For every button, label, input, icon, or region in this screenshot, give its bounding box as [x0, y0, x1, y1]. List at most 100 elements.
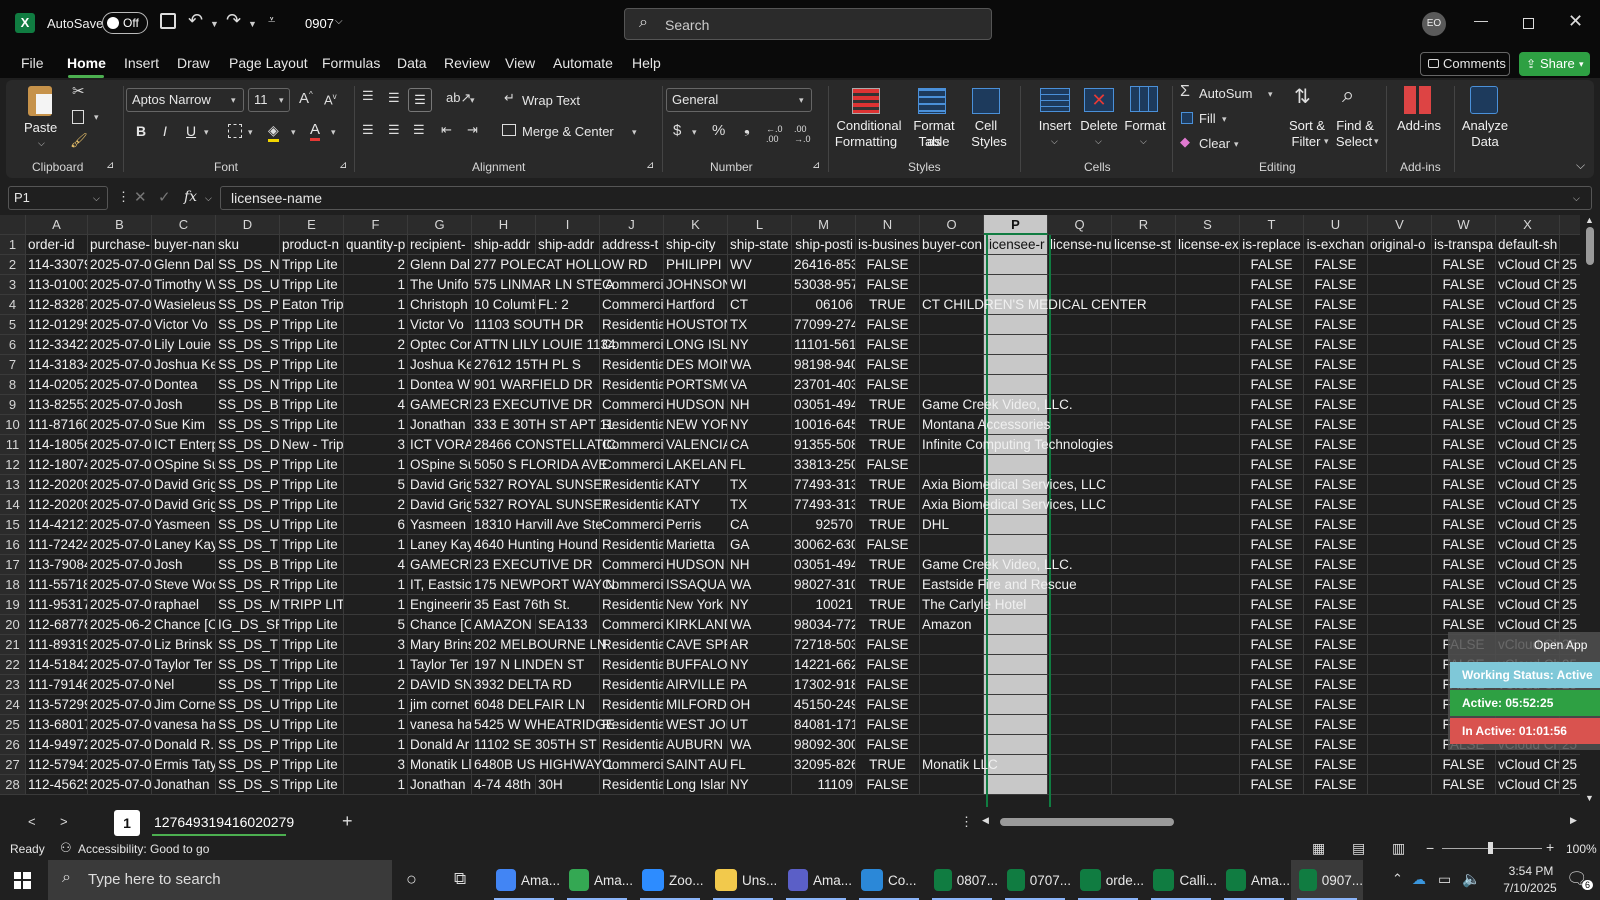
table-cell[interactable] [1368, 555, 1432, 575]
table-cell[interactable]: 197 N LINDEN ST [472, 655, 584, 675]
tabs-options-icon[interactable]: ⋮ [960, 814, 973, 830]
table-cell[interactable] [1048, 735, 1112, 755]
table-cell[interactable]: 72718-503 [792, 635, 856, 655]
table-cell[interactable]: NH [728, 555, 792, 575]
table-cell[interactable] [984, 275, 1048, 295]
table-cell[interactable]: SS_DS_P5 [216, 295, 280, 315]
table-cell[interactable]: SS_DS_P0 [216, 495, 280, 515]
table-cell[interactable] [1368, 595, 1432, 615]
table-cell[interactable]: 1 [344, 355, 408, 375]
table-cell[interactable]: Commerci [600, 555, 664, 575]
sort-filter-line1[interactable]: Sort & [1286, 118, 1328, 134]
table-cell[interactable] [1112, 675, 1176, 695]
table-cell[interactable]: Jim Corne [152, 695, 216, 715]
table-cell[interactable]: FALSE [1304, 535, 1368, 555]
row-header[interactable]: 6 [0, 335, 26, 355]
sort-filter-dropdown-icon[interactable]: ▾ [1324, 136, 1329, 147]
table-cell[interactable]: IG_DS_SR5 [216, 615, 280, 635]
table-cell[interactable]: Tripp Lite [280, 735, 344, 755]
table-cell[interactable]: Chance [C [152, 615, 216, 635]
table-cell[interactable]: 2 [344, 255, 408, 275]
scroll-down-icon[interactable]: ▼ [1585, 793, 1594, 803]
customize-toolbar-icon[interactable]: ⩡ [268, 12, 275, 28]
table-cell[interactable]: VA [728, 375, 792, 395]
table-cell[interactable]: Tripp Lite [280, 755, 344, 775]
table-cell[interactable]: FALSE [1304, 295, 1368, 315]
table-cell[interactable] [1176, 435, 1240, 455]
table-cell[interactable]: vCloud Ch [1496, 415, 1560, 435]
table-cell[interactable]: FALSE [1240, 715, 1304, 735]
column-header-e[interactable]: E [280, 215, 344, 235]
table-cell[interactable] [1048, 255, 1112, 275]
table-cell[interactable] [1048, 375, 1112, 395]
table-cell[interactable]: 3 [344, 635, 408, 655]
table-cell[interactable] [1368, 715, 1432, 735]
table-cell[interactable]: vCloud Ch [1496, 755, 1560, 775]
table-cell[interactable]: SS_DS_N2 [216, 255, 280, 275]
table-cell[interactable]: 14221-662 [792, 655, 856, 675]
column-header-h[interactable]: H [472, 215, 536, 235]
row-header[interactable]: 25 [0, 715, 26, 735]
table-cell[interactable] [1112, 635, 1176, 655]
paste-dropdown-icon[interactable]: ⌵ [38, 138, 45, 149]
table-cell[interactable]: TRIPP LITE [280, 595, 344, 615]
table-cell[interactable]: Tripp Lite [280, 315, 344, 335]
table-cell[interactable]: Tripp Lite [280, 675, 344, 695]
filename-chevron-icon[interactable]: ⌵ [335, 16, 343, 27]
table-cell[interactable] [1112, 695, 1176, 715]
table-cell[interactable]: TRUE [856, 575, 920, 595]
table-cell[interactable]: FALSE [1304, 435, 1368, 455]
table-cell[interactable]: FALSE [1304, 675, 1368, 695]
table-cell[interactable]: 1 [344, 415, 408, 435]
table-cell[interactable]: 11103 SOUTH DR [472, 315, 584, 335]
row-header[interactable]: 12 [0, 455, 26, 475]
normal-view-icon[interactable]: ▦ [1312, 840, 1325, 857]
table-cell[interactable]: FALSE [1304, 275, 1368, 295]
alignment-launcher-icon[interactable]: ⊿ [646, 160, 654, 171]
table-cell[interactable]: 5 [344, 615, 408, 635]
table-cell[interactable]: 1 [344, 595, 408, 615]
table-cell[interactable] [1112, 735, 1176, 755]
table-cell[interactable]: TX [728, 475, 792, 495]
table-cell[interactable]: Laney Kay [152, 535, 216, 555]
table-cell[interactable] [1112, 275, 1176, 295]
table-cell[interactable]: KATY [664, 475, 728, 495]
table-cell[interactable]: Residentia [600, 695, 664, 715]
table-cell[interactable]: vCloud Ch [1496, 495, 1560, 515]
table-cell[interactable] [1112, 335, 1176, 355]
table-cell[interactable]: SS_DS_UR [216, 715, 280, 735]
copy-dropdown-icon[interactable]: ▾ [94, 112, 99, 123]
file-name[interactable]: 0907 [305, 16, 334, 31]
row-header[interactable]: 23 [0, 675, 26, 695]
table-cell[interactable]: Residentia [600, 375, 664, 395]
table-cell[interactable]: 2025-07-0: [88, 555, 152, 575]
table-cell[interactable]: 3932 DELTA RD [472, 675, 572, 695]
table-cell[interactable]: 901 WARFIELD DR [472, 375, 593, 395]
row-header[interactable]: 8 [0, 375, 26, 395]
table-cell[interactable]: Jonathan [152, 775, 216, 795]
table-cell[interactable]: Tripp Lite [280, 715, 344, 735]
font-color-dropdown-icon[interactable]: ▾ [331, 127, 336, 138]
table-cell[interactable]: 03051-494 [792, 395, 856, 415]
table-cell[interactable] [1176, 255, 1240, 275]
table-cell[interactable]: FALSE [1240, 615, 1304, 635]
table-cell[interactable]: Taylor Ter [408, 655, 472, 675]
table-cell[interactable]: NY [728, 595, 792, 615]
table-cell[interactable]: vCloud Ch [1496, 435, 1560, 455]
table-cell[interactable]: vCloud Ch [1496, 255, 1560, 275]
table-cell[interactable]: 3 [344, 435, 408, 455]
table-cell[interactable]: 1 [344, 535, 408, 555]
column-header-w[interactable]: W [1432, 215, 1496, 235]
table-cell[interactable]: FALSE [1432, 535, 1496, 555]
table-cell[interactable]: FALSE [1304, 495, 1368, 515]
table-cell[interactable]: JOHNSON [664, 275, 728, 295]
scroll-right-icon[interactable]: ▶ [1570, 815, 1577, 826]
column-header-n[interactable]: N [856, 215, 920, 235]
table-cell[interactable]: Victor Vo [408, 315, 472, 335]
formula-bar-options-icon[interactable]: ⋮ [117, 189, 130, 205]
table-cell[interactable]: 111-55718 [26, 575, 88, 595]
table-cell[interactable]: Eaton Trip [280, 295, 344, 315]
table-cell[interactable] [1112, 375, 1176, 395]
table-cell[interactable] [1368, 515, 1432, 535]
table-cell[interactable]: 575 LINMAR LN STE A [472, 275, 614, 295]
